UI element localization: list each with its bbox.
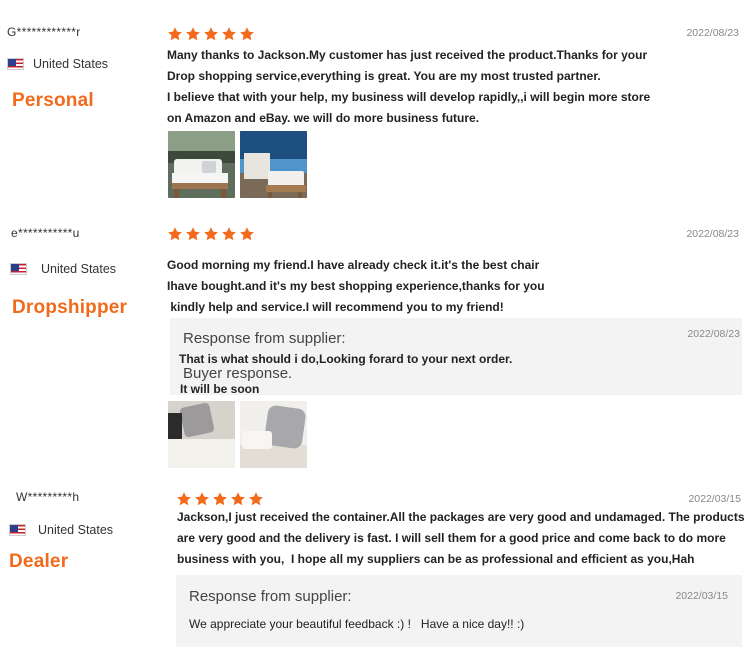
review-date: 2022/03/15: [688, 493, 741, 505]
buyer-response-title: Buyer response.: [183, 365, 293, 382]
review-date: 2022/08/23: [686, 27, 739, 39]
review-line: I believe that with your help, my busine…: [167, 90, 651, 104]
reviewer-name: W*********h: [16, 490, 80, 504]
review-text: Many thanks to Jackson.My customer has j…: [167, 45, 737, 129]
supplier-response: Response from supplier: 2022/03/15 We ap…: [176, 575, 742, 647]
review-text: Good morning my friend.I have already ch…: [167, 255, 667, 318]
supplier-response: Response from supplier: 2022/08/23 That …: [170, 318, 742, 396]
response-title: Response from supplier:: [189, 588, 352, 605]
star-icon: [230, 491, 246, 507]
star-icon: [167, 26, 183, 42]
star-icon: [176, 491, 192, 507]
response-title: Response from supplier:: [183, 330, 346, 347]
reviewer-country: United States: [7, 57, 108, 71]
review-line: Many thanks to Jackson.My customer has j…: [167, 48, 648, 62]
flag-us-icon: [9, 524, 26, 536]
review-line: on Amazon and eBay. we will do more busi…: [167, 111, 480, 125]
response-date: 2022/08/23: [687, 328, 740, 340]
star-icon: [248, 491, 264, 507]
reviewer-country: United States: [9, 523, 113, 537]
buyer-response-text: It will be soon: [180, 382, 260, 396]
response-text: We appreciate your beautiful feedback :)…: [189, 617, 525, 631]
review-line: are very good and the delivery is fast. …: [177, 531, 726, 545]
reviewer-name: G************r: [7, 25, 81, 39]
star-icon: [221, 226, 237, 242]
review-line: Ihave bought.and it's my best shopping e…: [167, 279, 545, 293]
review-line: Jackson,I just received the container.Al…: [177, 510, 745, 524]
star-icon: [194, 491, 210, 507]
rating-stars: [167, 26, 255, 42]
review-text: Jackson,I just received the container.Al…: [177, 507, 750, 570]
star-icon: [212, 491, 228, 507]
review-photo-2[interactable]: [240, 401, 307, 468]
review-line: business with you, I hope all my supplie…: [177, 552, 695, 566]
rating-stars: [176, 491, 264, 507]
review-date: 2022/08/23: [686, 228, 739, 240]
review-photo-1[interactable]: [168, 401, 235, 468]
star-icon: [239, 26, 255, 42]
reviewer-country: United States: [10, 262, 116, 276]
star-icon: [221, 26, 237, 42]
star-icon: [203, 226, 219, 242]
star-icon: [167, 226, 183, 242]
country-label: United States: [41, 262, 117, 276]
buyer-role-label: Dropshipper: [12, 297, 128, 318]
star-icon: [185, 26, 201, 42]
rating-stars: [167, 226, 255, 242]
response-text: That is what should i do,Looking forard …: [179, 352, 513, 366]
review-line: kindly help and service.I will recommend…: [167, 300, 504, 314]
review-photo-2[interactable]: [240, 131, 307, 198]
country-label: United States: [33, 57, 109, 71]
buyer-role-label: Dealer: [9, 551, 69, 572]
flag-us-icon: [7, 58, 24, 70]
star-icon: [203, 26, 219, 42]
review-line: Good morning my friend.I have already ch…: [167, 258, 540, 272]
star-icon: [239, 226, 255, 242]
star-icon: [185, 226, 201, 242]
response-date: 2022/03/15: [675, 590, 728, 602]
review-photo-1[interactable]: [168, 131, 235, 198]
country-label: United States: [38, 523, 114, 537]
reviewer-name: e***********u: [11, 226, 80, 240]
review-line: Drop shopping service,everything is grea…: [167, 69, 601, 83]
flag-us-icon: [10, 263, 27, 275]
buyer-role-label: Personal: [12, 90, 94, 111]
